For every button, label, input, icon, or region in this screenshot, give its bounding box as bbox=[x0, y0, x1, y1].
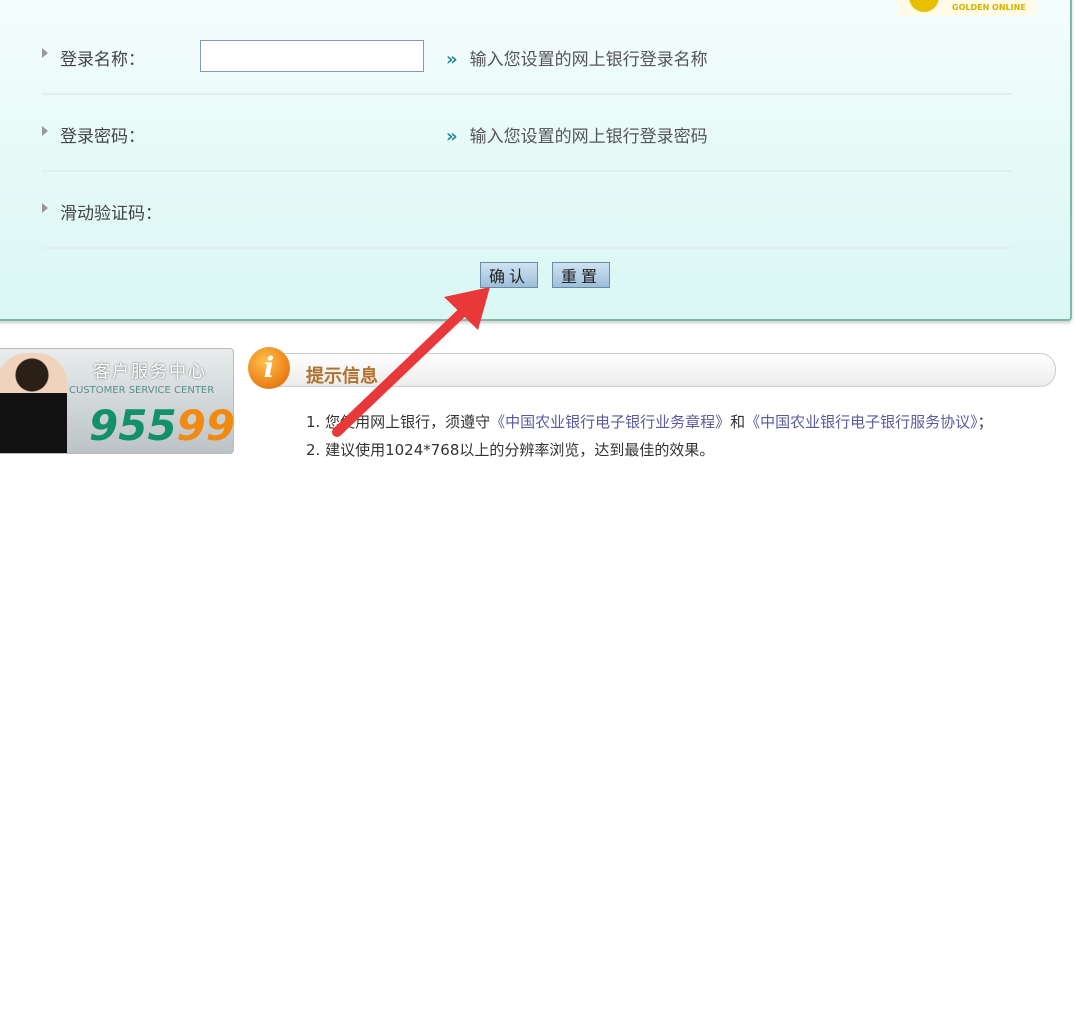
annotation-arrow bbox=[332, 287, 490, 437]
